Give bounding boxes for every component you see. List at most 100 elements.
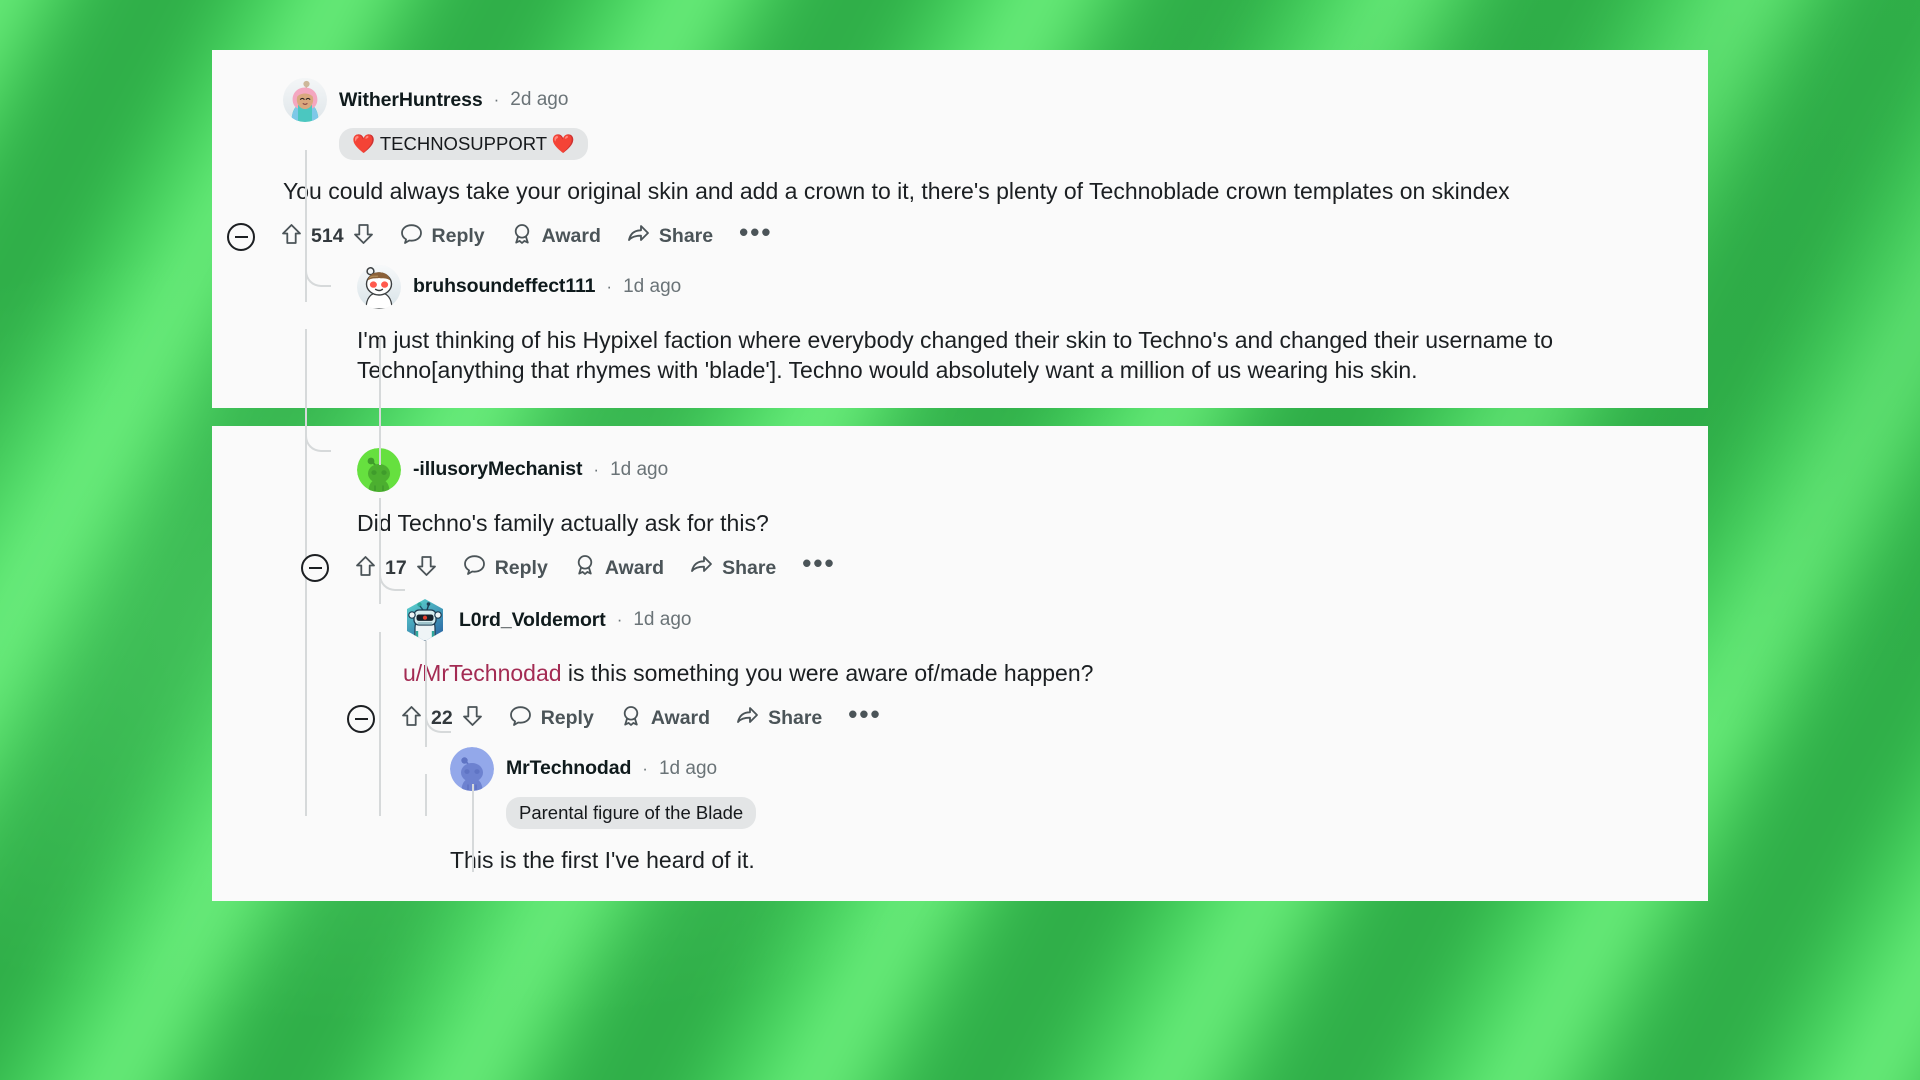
thread-line[interactable] [305,329,307,429]
comment-c2: bruhsoundeffect111 · 1d ago I'm just thi… [212,264,1708,386]
flair-row: ❤️ TECHNOSUPPORT ❤️ [283,128,1708,160]
thread-line[interactable] [379,497,381,604]
share-arrow-icon [736,705,759,733]
share-arrow-icon [690,554,713,582]
comment-c1: WitherHuntress · 2d ago ❤️ TECHNOSUPPORT… [212,78,1708,251]
share-label: Share [768,707,823,730]
username[interactable]: bruhsoundeffect111 [413,275,596,298]
user-flair-badge[interactable]: Parental figure of the Blade [506,796,757,829]
vote-score: 514 [311,225,344,248]
speech-bubble-icon [509,705,532,733]
award-button[interactable]: Award [620,705,710,733]
meta-separator: · [493,90,500,109]
comment-header: WitherHuntress · 2d ago [283,78,1708,122]
meta-separator: · [593,459,600,479]
comment-body: You could always take your original skin… [283,178,1510,204]
timestamp: 2d ago [510,89,569,110]
timestamp: 1d ago [623,275,682,297]
snoo-white-brownhair-icon [357,264,401,309]
reply-button[interactable]: Reply [400,223,485,251]
action-bar: 514 Reply Award Share ••• [227,219,1708,251]
award-ribbon-icon [620,705,642,733]
vote-group: 514 [281,223,374,250]
flair-row: Parental figure of the Blade [450,796,1708,829]
comment-c3: -illusoryMechanist · 1d ago Did Techno's… [212,447,1708,583]
award-button[interactable]: Award [574,554,664,582]
username[interactable]: WitherHuntress [339,89,483,112]
username[interactable]: MrTechnodad [506,757,631,780]
thread-elbow [379,564,405,591]
comment-header: L0rd_Voldemort · 1d ago [403,598,1708,642]
snoo-pink-hijab-icon [283,78,327,122]
speech-bubble-icon [463,554,486,582]
reply-label: Reply [494,556,548,579]
robot-hex-teal-icon [407,599,443,642]
award-ribbon-icon [511,223,533,251]
avatar[interactable] [403,598,447,642]
thread-line[interactable] [425,640,427,747]
comment-cards-column: WitherHuntress · 2d ago ❤️ TECHNOSUPPORT… [212,50,1708,902]
upvote-icon[interactable] [401,705,422,732]
comment-meta: L0rd_Voldemort · 1d ago [459,609,691,632]
username[interactable]: -illusoryMechanist [413,458,583,481]
thread-line[interactable] [472,783,474,872]
comment-card-1: WitherHuntress · 2d ago ❤️ TECHNOSUPPORT… [212,50,1708,465]
comment-body-text: is this something you were aware of/made… [561,660,1094,687]
comment-c5: MrTechnodad · 1d ago Parental figure of … [212,746,1708,876]
action-bar: 22 Reply Award Share ••• [347,701,1708,733]
overflow-menu-button[interactable]: ••• [739,219,772,247]
action-bar: 17 Reply Award Share ••• [301,550,1708,583]
timestamp: 1d ago [658,757,718,779]
collapse-button[interactable] [301,554,329,583]
comment-header: bruhsoundeffect111 · 1d ago [357,264,1708,309]
downvote-icon[interactable] [353,223,374,250]
card-gap [212,408,1708,426]
share-label: Share [658,225,714,248]
comment-body: u/MrTechnodad is this something you were… [403,658,1658,689]
thread-line[interactable] [379,337,381,465]
reply-button[interactable]: Reply [509,705,594,733]
share-label: Share [722,556,777,579]
user-flair-badge[interactable]: ❤️ TECHNOSUPPORT ❤️ [339,128,588,160]
avatar[interactable] [283,78,327,122]
comment-meta: MrTechnodad · 1d ago [506,757,717,780]
thread-line[interactable] [379,631,381,816]
overflow-menu-button[interactable]: ••• [802,550,835,578]
comment-meta: WitherHuntress · 2d ago [339,89,568,112]
meta-separator: · [642,758,648,778]
comment-header: MrTechnodad · 1d ago [450,746,1708,791]
username[interactable]: L0rd_Voldemort [459,609,606,632]
upvote-icon[interactable] [355,555,376,582]
award-label: Award [541,225,601,248]
thread-line[interactable] [305,425,307,816]
speech-bubble-icon [400,223,423,251]
upvote-icon[interactable] [281,223,302,250]
comment-meta: -illusoryMechanist · 1d ago [413,458,668,481]
downvote-icon[interactable] [462,705,483,732]
comment-meta: bruhsoundeffect111 · 1d ago [413,275,681,298]
collapse-button[interactable] [347,704,375,733]
timestamp: 1d ago [633,609,692,631]
reply-label: Reply [431,225,485,248]
award-label: Award [604,556,665,579]
share-arrow-icon [627,223,650,251]
share-button[interactable]: Share [690,554,776,582]
meta-separator: · [606,276,613,296]
collapse-button[interactable] [227,222,255,251]
share-button[interactable]: Share [736,705,822,733]
reply-button[interactable]: Reply [463,554,548,582]
comment-body: This is the first I've heard of it. [450,846,755,873]
comment-card-2: -illusoryMechanist · 1d ago Did Techno's… [212,425,1708,902]
downvote-icon[interactable] [416,555,437,582]
comment-header: -illusoryMechanist · 1d ago [357,447,1708,492]
comment-body: I'm just thinking of his Hypixel faction… [357,326,1554,384]
award-ribbon-icon [574,554,596,582]
award-button[interactable]: Award [511,223,601,251]
avatar[interactable] [357,264,401,309]
comment-body: Did Techno's family actually ask for thi… [357,509,769,536]
share-button[interactable]: Share [627,223,713,251]
timestamp: 1d ago [610,458,669,480]
reply-label: Reply [540,707,594,730]
overflow-menu-button[interactable]: ••• [848,701,881,729]
thread-line[interactable] [425,773,427,816]
